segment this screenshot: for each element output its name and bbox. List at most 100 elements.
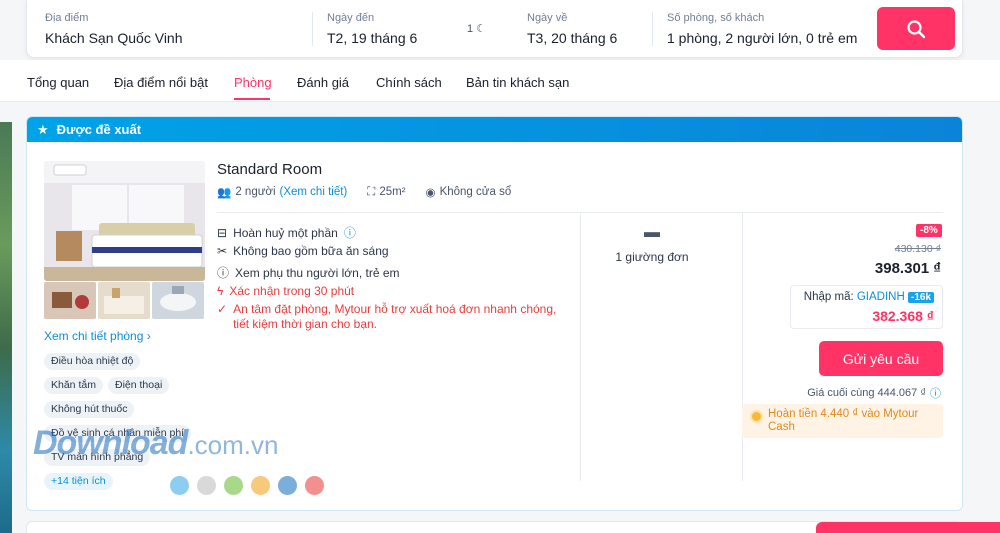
policy-text: Hoàn huỷ một phần xyxy=(233,225,338,240)
checkin-value: T2, 19 tháng 6 xyxy=(327,30,418,46)
amenity-chip: Khăn tắm xyxy=(44,377,103,394)
thumbnail-image xyxy=(98,282,150,319)
send-request-button[interactable]: Gửi yêu cầu xyxy=(819,341,943,376)
promo-price: 382.368 ₫ xyxy=(872,308,934,324)
color-dot xyxy=(305,476,324,495)
check-icon: ✓ xyxy=(217,302,228,316)
card-header-title: Được đề xuất xyxy=(56,122,142,137)
guests-value: 1 phòng, 2 người lớn, 0 trẻ em xyxy=(667,30,858,46)
checkin-label: Ngày đến xyxy=(327,12,375,24)
original-price: 430.130 ₫ xyxy=(894,243,941,255)
room-meta: 👥 2 người (Xem chi tiết) ⛶ 25m² ◉ Không … xyxy=(217,185,512,200)
search-icon xyxy=(907,19,926,38)
final-price-text: Giá cuối cùng 444.067 ₫ xyxy=(807,387,926,399)
more-amenities-chip[interactable]: +14 tiện ích xyxy=(44,473,113,490)
thumbnail-image xyxy=(152,282,204,319)
policy-text: Xác nhận trong 30 phút xyxy=(229,284,355,298)
watermark-suffix: .com.vn xyxy=(187,430,279,460)
promo-box: Nhập mã: GIADINH -16k 382.368 ₫ xyxy=(790,285,943,329)
card-header: ★ Được đề xuất xyxy=(27,117,962,142)
moon-icon: ☾ xyxy=(476,23,487,35)
info-icon[interactable]: ⓘ xyxy=(930,385,941,401)
color-dot xyxy=(197,476,216,495)
chevron-right-icon: › xyxy=(146,329,151,343)
checkout-value: T3, 20 tháng 6 xyxy=(527,30,618,46)
coin-icon xyxy=(750,410,763,423)
current-price: 398.301 ₫ xyxy=(874,260,941,277)
room-size: ⛶ 25m² xyxy=(367,185,405,199)
occupancy-value: 2 người xyxy=(235,186,276,198)
room-thumbnail[interactable] xyxy=(152,282,204,319)
thumbnail-image xyxy=(44,282,96,319)
promo-label: Nhập mã: xyxy=(803,291,854,303)
location-field[interactable]: Địa điểm Khách Sạn Quốc Vinh xyxy=(45,12,183,46)
amenity-chip: Điều hòa nhiệt độ xyxy=(44,353,141,370)
nights-count: 1 xyxy=(467,23,474,35)
cashback-banner: Hoàn tiền 4.440 ₫ vào Mytour Cash xyxy=(742,404,943,438)
checkout-label: Ngày về xyxy=(527,12,568,24)
cutlery-icon: ✂ xyxy=(217,244,228,258)
divider xyxy=(742,213,743,481)
room-thumbnail[interactable] xyxy=(98,282,150,319)
bed-info: ▬ 1 giường đơn xyxy=(582,224,722,264)
color-dots xyxy=(170,476,324,495)
search-button[interactable] xyxy=(877,7,955,50)
watermark: Download.com.vn xyxy=(33,424,278,463)
area-icon: ⛶ xyxy=(367,185,376,198)
divider xyxy=(312,12,313,46)
room-view: ◉ Không cửa sổ xyxy=(426,185,512,199)
occupancy: 👥 2 người (Xem chi tiết) xyxy=(217,185,347,199)
checkin-field[interactable]: Ngày đến T2, 19 tháng 6 xyxy=(327,12,417,46)
info-icon[interactable]: ⓘ xyxy=(344,224,356,241)
search-bar: Địa điểm Khách Sạn Quốc Vinh Ngày đến T2… xyxy=(26,0,963,58)
color-dot xyxy=(224,476,243,495)
tab-news[interactable]: Bản tin khách sạn xyxy=(466,75,569,90)
final-price: Giá cuối cùng 444.067 ₫ ⓘ xyxy=(807,385,941,401)
discount-badge: -8% xyxy=(916,224,942,237)
guests-field[interactable]: Số phòng, số khách 1 phòng, 2 người lớn,… xyxy=(667,12,857,46)
location-value: Khách Sạn Quốc Vinh xyxy=(45,30,183,46)
bed-type: 1 giường đơn xyxy=(615,250,689,264)
tab-reviews[interactable]: Đánh giá xyxy=(297,75,349,90)
room-detail-link-label: Xem chi tiết phòng xyxy=(44,329,144,343)
location-label: Địa điểm xyxy=(45,12,89,24)
floating-action-edge[interactable] xyxy=(816,522,1000,533)
room-photo[interactable] xyxy=(44,161,205,281)
cashback-text: Hoàn tiền 4.440 ₫ vào Mytour Cash xyxy=(768,408,919,433)
watermark-main: Download xyxy=(33,424,188,462)
tab-policies[interactable]: Chính sách xyxy=(376,75,442,90)
divider xyxy=(652,12,653,46)
room-detail-link[interactable]: Xem chi tiết phòng › xyxy=(44,329,151,343)
lightning-icon: ϟ xyxy=(217,284,224,298)
tab-overview[interactable]: Tổng quan xyxy=(27,75,89,90)
color-dot xyxy=(170,476,189,495)
tab-rooms[interactable]: Phòng xyxy=(234,75,272,90)
tab-highlights[interactable]: Địa điểm nổi bật xyxy=(114,75,208,90)
invoice-note-text: An tâm đặt phòng, Mytour hỗ trợ xuất hoá… xyxy=(233,302,557,331)
active-tab-indicator xyxy=(234,98,270,100)
promo-line: Nhập mã: GIADINH -16k xyxy=(804,291,934,303)
section-tabs: Tổng quan Địa điểm nổi bật Phòng Đánh gi… xyxy=(0,60,1000,102)
info-icon: ⓘ xyxy=(217,266,230,280)
refund-icon: ⊟ xyxy=(217,225,228,240)
amenity-chip: Không hút thuốc xyxy=(44,401,135,418)
invoice-note: ✓ An tâm đặt phòng, Mytour hỗ trợ xuất h… xyxy=(217,302,557,332)
nights-badge: 1 ☾ xyxy=(467,22,486,35)
background-image-strip xyxy=(0,122,12,533)
room-view-value: Không cửa sổ xyxy=(439,186,512,198)
checkout-field[interactable]: Ngày về T3, 20 tháng 6 xyxy=(527,12,617,46)
promo-code[interactable]: GIADINH xyxy=(857,291,905,303)
room-name: Standard Room xyxy=(217,161,323,178)
room-thumbnail[interactable] xyxy=(44,282,96,319)
amenity-chip: Điện thoại xyxy=(108,377,170,394)
star-icon: ★ xyxy=(37,121,49,137)
promo-discount-tag: -16k xyxy=(907,292,934,303)
people-icon: 👥 xyxy=(217,187,232,199)
policy-breakfast: ✂ Không bao gồm bữa ăn sáng xyxy=(217,244,389,258)
policy-text: Không bao gồm bữa ăn sáng xyxy=(233,244,389,258)
color-dot xyxy=(278,476,297,495)
occupancy-detail-link[interactable]: (Xem chi tiết) xyxy=(280,186,348,198)
room-size-value: 25m² xyxy=(379,186,406,198)
color-dot xyxy=(251,476,270,495)
eye-icon: ◉ xyxy=(425,187,436,199)
